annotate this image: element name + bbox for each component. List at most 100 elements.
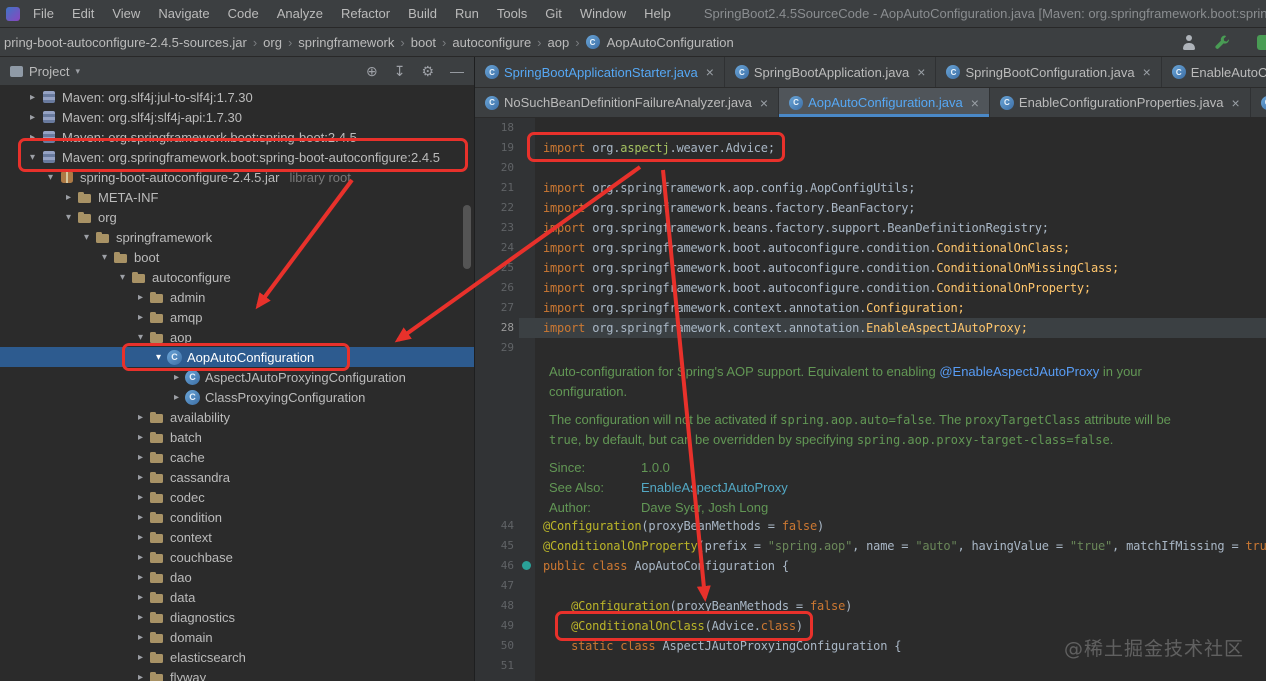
code-line-25[interactable]: 25 import org.springframework.boot.autoco… <box>475 258 1266 278</box>
tree-item-diagnostics[interactable]: ▸ diagnostics <box>0 607 474 627</box>
tree-toggle-icon[interactable]: ▸ <box>132 592 149 603</box>
tab-ca[interactable]: CCa <box>1251 88 1266 117</box>
tree-item-classproxyingconfiguration[interactable]: ▸ C ClassProxyingConfiguration <box>0 387 474 407</box>
tree-toggle-icon[interactable]: ▸ <box>132 312 149 323</box>
menu-file[interactable]: File <box>24 0 63 27</box>
code-line-21[interactable]: 21 import org.springframework.aop.config.… <box>475 178 1266 198</box>
locate-icon[interactable]: ⊕ <box>366 57 378 85</box>
close-icon[interactable]: × <box>1231 95 1239 111</box>
breadcrumb-aop[interactable]: aop <box>546 35 572 50</box>
tree-toggle-icon[interactable]: ▸ <box>168 372 185 383</box>
doc-link[interactable]: @EnableAspectJAutoProxy <box>939 364 1099 379</box>
tree-item-codec[interactable]: ▸ codec <box>0 487 474 507</box>
line-number[interactable]: 46 <box>475 556 519 576</box>
tree-toggle-icon[interactable]: ▸ <box>132 552 149 563</box>
code-line-22[interactable]: 22 import org.springframework.beans.facto… <box>475 198 1266 218</box>
tab-springbootapplicationstarter-java[interactable]: C SpringBootApplicationStarter.java × <box>475 57 725 87</box>
code-line-26[interactable]: 26 import org.springframework.boot.autoco… <box>475 278 1266 298</box>
line-number[interactable]: 24 <box>475 238 519 258</box>
menu-edit[interactable]: Edit <box>63 0 103 27</box>
tree-toggle-icon[interactable]: ▸ <box>132 412 149 423</box>
code-editor[interactable]: 18 19 import org.aspectj.weaver.Advice; 20 2… <box>475 118 1266 681</box>
hide-icon[interactable]: — <box>450 57 464 85</box>
tree-item-meta-inf[interactable]: ▸ META-INF <box>0 187 474 207</box>
code-line-23[interactable]: 23 import org.springframework.beans.facto… <box>475 218 1266 238</box>
tab-springbootconfiguration-java[interactable]: C SpringBootConfiguration.java × <box>936 57 1162 87</box>
line-number[interactable]: 29 <box>475 338 519 358</box>
menu-run[interactable]: Run <box>446 0 488 27</box>
collapse-all-icon[interactable]: ↧ <box>394 57 406 85</box>
tree-toggle-icon[interactable]: ▸ <box>132 572 149 583</box>
code-line-46[interactable]: 46 public class AopAutoConfiguration { <box>475 556 1266 576</box>
run-icon[interactable] <box>1257 34 1266 50</box>
tree-item-couchbase[interactable]: ▸ couchbase <box>0 547 474 567</box>
tree-toggle-icon[interactable]: ▸ <box>132 672 149 681</box>
line-number[interactable]: 26 <box>475 278 519 298</box>
tree-item-elasticsearch[interactable]: ▸ elasticsearch <box>0 647 474 667</box>
line-number[interactable]: 28 <box>475 318 519 338</box>
tree-toggle-icon[interactable]: ▸ <box>60 192 77 203</box>
line-number[interactable]: 48 <box>475 596 519 616</box>
tab-enableautocon[interactable]: C EnableAutoCon <box>1162 57 1266 87</box>
code-line-29[interactable]: 29 <box>475 338 1266 358</box>
menu-analyze[interactable]: Analyze <box>268 0 332 27</box>
tree-toggle-icon[interactable]: ▾ <box>42 172 59 183</box>
code-line-18[interactable]: 18 <box>475 118 1266 138</box>
tree-item-admin[interactable]: ▸ admin <box>0 287 474 307</box>
breadcrumb-org[interactable]: org <box>261 35 284 50</box>
tree-item-flyway[interactable]: ▸ flyway <box>0 667 474 681</box>
tree-toggle-icon[interactable]: ▾ <box>132 332 149 343</box>
menu-tools[interactable]: Tools <box>488 0 536 27</box>
tree-item-data[interactable]: ▸ data <box>0 587 474 607</box>
code-line-44[interactable]: 44 @Configuration(proxyBeanMethods = fals… <box>475 516 1266 536</box>
tree-item-org[interactable]: ▾ org <box>0 207 474 227</box>
tree-toggle-icon[interactable]: ▸ <box>24 132 41 143</box>
line-number[interactable]: 21 <box>475 178 519 198</box>
tree-toggle-icon[interactable]: ▸ <box>132 292 149 303</box>
tree-item-autoconfigure[interactable]: ▾ autoconfigure <box>0 267 474 287</box>
tree-toggle-icon[interactable]: ▾ <box>78 232 95 243</box>
wrench-icon[interactable] <box>1214 34 1231 51</box>
menu-help[interactable]: Help <box>635 0 680 27</box>
tree-toggle-icon[interactable]: ▸ <box>132 472 149 483</box>
menu-code[interactable]: Code <box>219 0 268 27</box>
code-line-49[interactable]: 49 @ConditionalOnClass(Advice.class) <box>475 616 1266 636</box>
tree-item-amqp[interactable]: ▸ amqp <box>0 307 474 327</box>
breadcrumb-pring-boot-autoconfigure-2-4-5-sources-jar[interactable]: pring-boot-autoconfigure-2.4.5-sources.j… <box>2 35 249 50</box>
project-panel-title[interactable]: Project <box>29 64 69 79</box>
breadcrumb-springframework[interactable]: springframework <box>296 35 396 50</box>
tree-toggle-icon[interactable]: ▸ <box>132 532 149 543</box>
tree-toggle-icon[interactable]: ▸ <box>132 652 149 663</box>
tab-springbootapplication-java[interactable]: C SpringBootApplication.java × <box>725 57 937 87</box>
line-number[interactable]: 47 <box>475 576 519 596</box>
tree-toggle-icon[interactable]: ▾ <box>60 212 77 223</box>
tree-toggle-icon[interactable]: ▾ <box>24 152 41 163</box>
menu-refactor[interactable]: Refactor <box>332 0 399 27</box>
tree-item-cassandra[interactable]: ▸ cassandra <box>0 467 474 487</box>
settings-icon[interactable]: ⚙ <box>421 57 434 85</box>
tree-item-cache[interactable]: ▸ cache <box>0 447 474 467</box>
tree-item-aop[interactable]: ▾ aop <box>0 327 474 347</box>
tree-toggle-icon[interactable]: ▸ <box>132 452 149 463</box>
tree-item-aopautoconfiguration[interactable]: ▾ C AopAutoConfiguration <box>0 347 474 367</box>
tree-toggle-icon[interactable]: ▸ <box>132 512 149 523</box>
tree-toggle-icon[interactable]: ▸ <box>24 112 41 123</box>
tree-item-boot[interactable]: ▾ boot <box>0 247 474 267</box>
tree-toggle-icon[interactable]: ▸ <box>132 632 149 643</box>
tree-item-springframework[interactable]: ▾ springframework <box>0 227 474 247</box>
breadcrumb-aopautoconfiguration[interactable]: AopAutoConfiguration <box>605 35 736 50</box>
tree-toggle-icon[interactable]: ▾ <box>150 352 167 363</box>
code-line-47[interactable]: 47 <box>475 576 1266 596</box>
line-number[interactable]: 25 <box>475 258 519 278</box>
tree-toggle-icon[interactable]: ▸ <box>132 492 149 503</box>
tab-aopautoconfiguration-java[interactable]: C AopAutoConfiguration.java × <box>779 88 990 117</box>
tree-toggle-icon[interactable]: ▸ <box>132 612 149 623</box>
tab-enableconfigurationproperties-java[interactable]: C EnableConfigurationProperties.java × <box>990 88 1251 117</box>
code-line-27[interactable]: 27 import org.springframework.context.ann… <box>475 298 1266 318</box>
tree-scrollbar[interactable] <box>463 205 471 269</box>
code-line-48[interactable]: 48 @Configuration(proxyBeanMethods = fal… <box>475 596 1266 616</box>
code-line-20[interactable]: 20 <box>475 158 1266 178</box>
tree-item-maven-org-slf4j-jul-to-slf4j-1-7-30[interactable]: ▸ Maven: org.slf4j:jul-to-slf4j:1.7.30 <box>0 87 474 107</box>
tab-nosuchbeandefinitionfailureanalyzer-java[interactable]: C NoSuchBeanDefinitionFailureAnalyzer.jav… <box>475 88 780 117</box>
menu-view[interactable]: View <box>103 0 149 27</box>
